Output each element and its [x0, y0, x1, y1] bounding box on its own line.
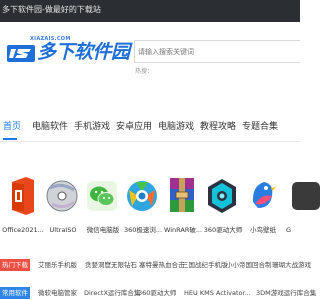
app-item[interactable]: 微信电脑版 — [82, 174, 122, 244]
main-nav: 首页 电脑软件 手机游戏 安卓应用 电脑游戏 教程攻略 专题合集 — [0, 120, 300, 140]
nav-item-pc-games[interactable]: 电脑游戏 — [158, 120, 194, 134]
360-browser-icon — [127, 181, 157, 211]
common-software-link[interactable]: DirectX运行库合集 — [84, 287, 140, 299]
site-logo[interactable]: XIAZAIS.COM 多下软件园 — [7, 36, 131, 66]
featured-apps: Office2021... UltraISO 微信电脑版 360极速浏... W… — [0, 174, 320, 244]
winrar-icon — [170, 178, 194, 212]
logo-name: 多下软件园 — [37, 41, 130, 63]
search-box — [134, 40, 300, 63]
hot-download-link[interactable]: 贪婪洞窟无限钻石 — [85, 259, 137, 271]
app-name: 小鸟壁纸 — [250, 226, 276, 234]
office-icon — [12, 177, 34, 215]
logo-mark-icon — [7, 45, 35, 62]
app-item[interactable]: WinRAR破... — [162, 174, 202, 244]
partial-app-icon — [292, 182, 320, 210]
app-item[interactable]: 小鸟壁纸 — [242, 174, 282, 244]
bird-wallpaper-icon — [252, 182, 276, 208]
app-item[interactable]: UltraISO — [42, 174, 82, 244]
nav-item-collections[interactable]: 专题合集 — [242, 120, 278, 134]
hot-download-link[interactable]: 塞特曼热血合击 — [139, 259, 185, 271]
common-software-link[interactable]: 微软电脑管家 — [38, 287, 77, 299]
app-name: G — [286, 226, 292, 234]
360-driver-icon — [208, 179, 236, 213]
hot-downloads-strip: 热门下载 艾丽乐手机版 贪婪洞窟无限钻石 塞特曼热血合击 三国战纪手机版 小小帝… — [0, 259, 311, 271]
app-item[interactable]: 360极速浏... — [122, 174, 162, 244]
hot-download-link[interactable]: 小小帝国回合制 — [226, 259, 272, 271]
hot-downloads-tag: 热门下载 — [0, 259, 30, 271]
common-software-link[interactable]: HEU KMS Activator... — [184, 287, 251, 299]
search-input[interactable] — [135, 41, 300, 62]
common-software-tag: 常用软件 — [0, 287, 30, 299]
wechat-icon — [87, 181, 117, 211]
hot-search-label: 热搜： — [135, 68, 154, 75]
nav-active-indicator — [3, 138, 17, 140]
ultraiso-icon — [46, 180, 78, 212]
hot-download-link[interactable]: 三国战纪手机版 — [182, 259, 228, 271]
nav-item-pc-software[interactable]: 电脑软件 — [32, 120, 68, 134]
app-item[interactable]: 360驱动大师 — [202, 174, 242, 244]
nav-item-android-apps[interactable]: 安卓应用 — [116, 120, 152, 134]
site-slogan: 多下软件园-做最好的下载站 — [2, 5, 101, 14]
app-item[interactable]: Office2021... — [2, 174, 44, 244]
nav-divider — [0, 141, 300, 142]
nav-item-mobile-games[interactable]: 手机游戏 — [74, 120, 110, 134]
app-item[interactable]: G — [282, 174, 320, 244]
hot-download-link[interactable]: 珊瑚大战游戏 — [272, 259, 311, 271]
nav-item-home[interactable]: 首页 — [3, 120, 21, 134]
nav-item-tutorials[interactable]: 教程攻略 — [200, 120, 236, 134]
common-software-strip: 常用软件 微软电脑管家 DirectX运行库合集 360驱动大师 HEU KMS… — [0, 287, 316, 299]
top-bar: 多下软件园-做最好的下载站 — [0, 0, 300, 22]
common-software-link[interactable]: 360驱动大师 — [138, 287, 176, 299]
hot-download-link[interactable]: 艾丽乐手机版 — [38, 259, 77, 271]
common-software-link[interactable]: 3DM游戏运行库合集 — [256, 287, 316, 299]
